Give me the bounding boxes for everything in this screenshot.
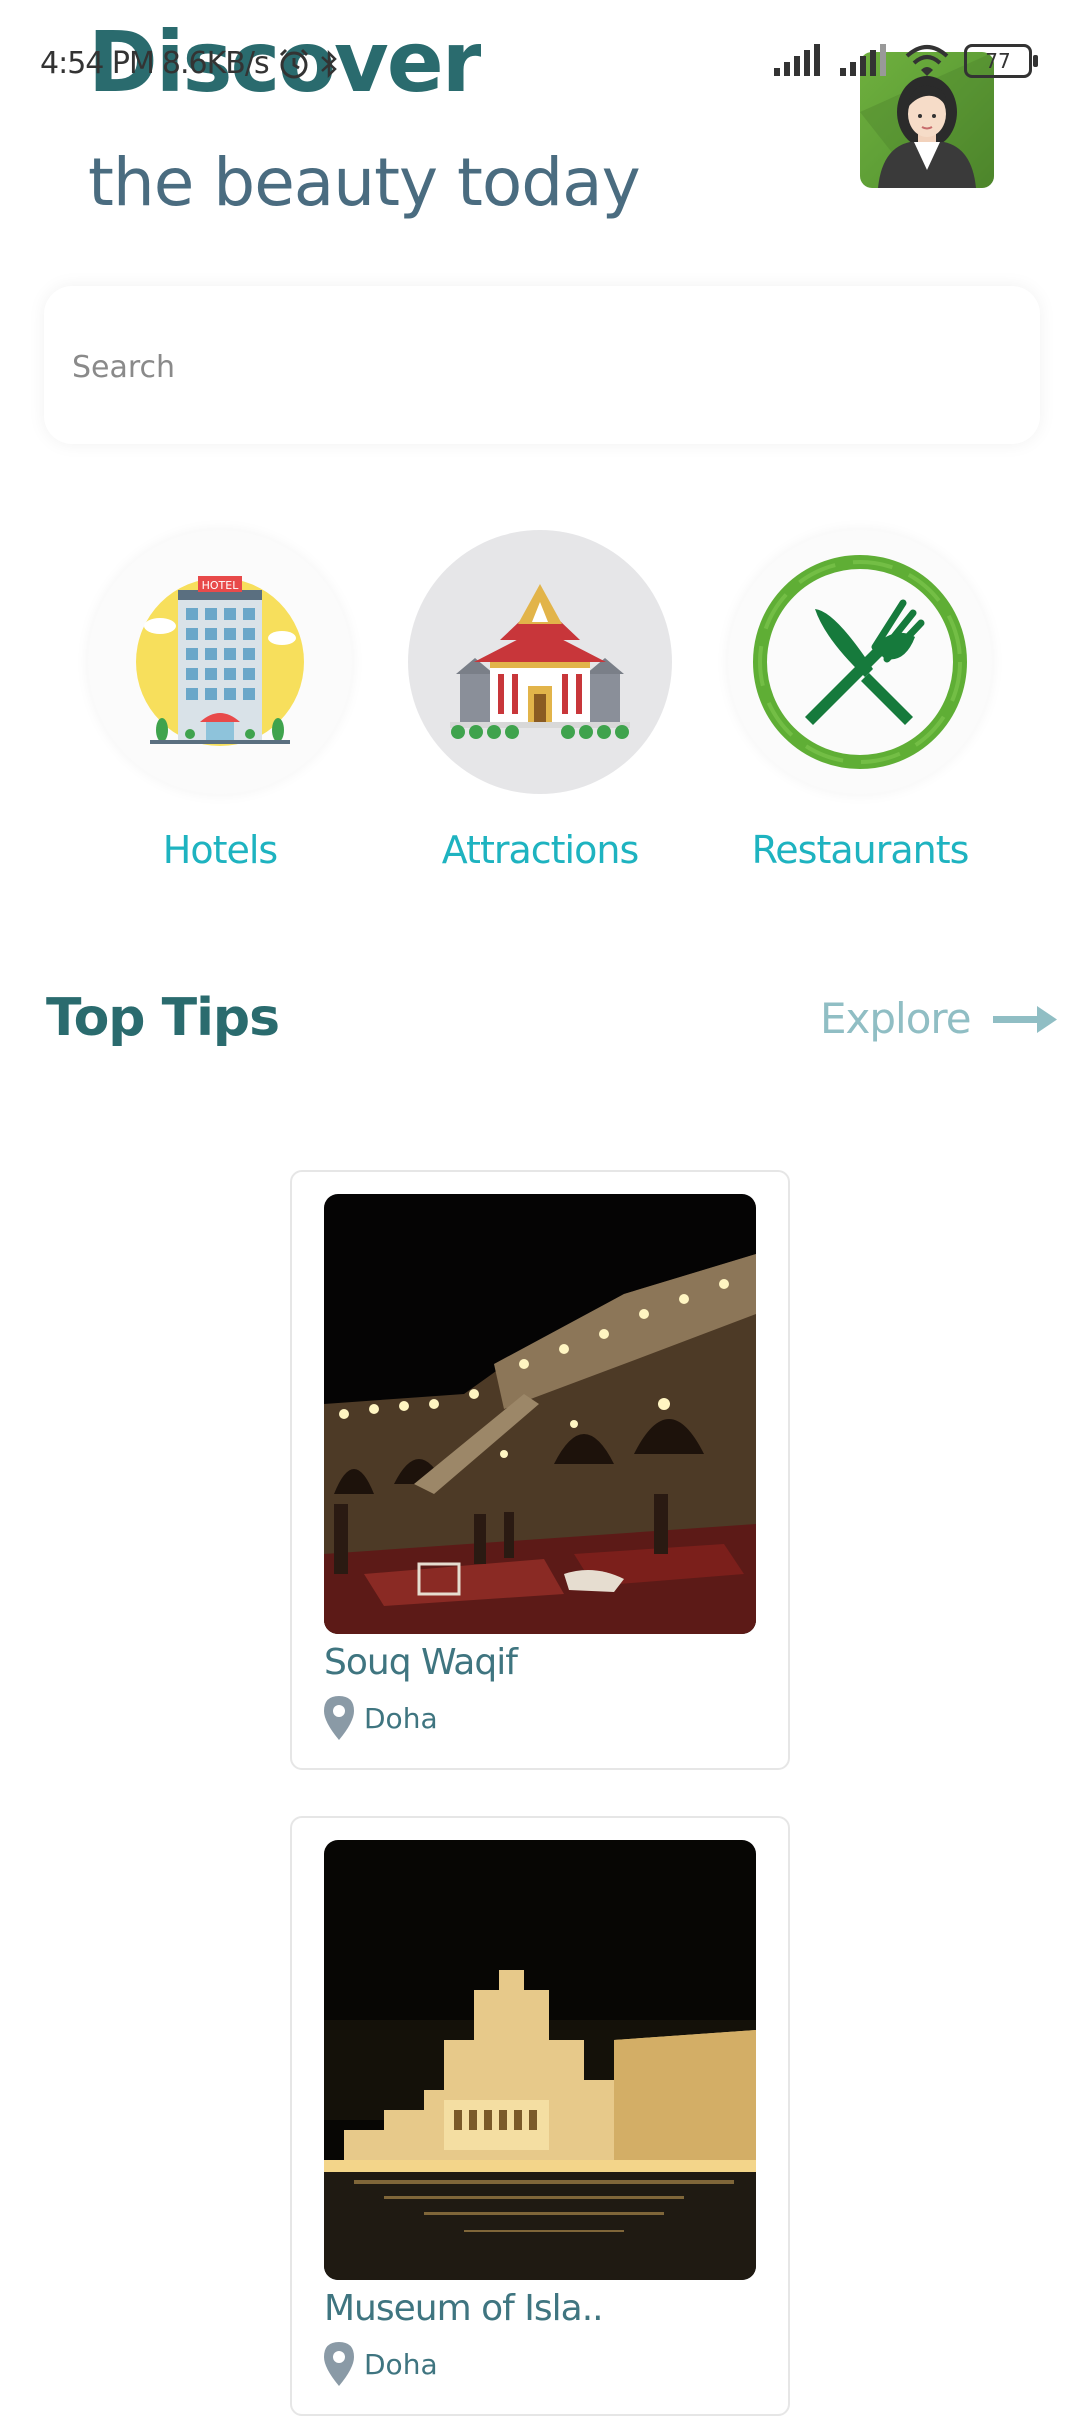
tip-card-location: Doha [324, 1696, 438, 1740]
signal-icon-2 [840, 44, 886, 76]
explore-link[interactable]: Explore [820, 994, 1059, 1043]
category-attractions[interactable]: Attractions [390, 530, 690, 880]
category-restaurants-circle[interactable] [728, 530, 992, 794]
hotel-icon: HOTEL [136, 576, 304, 746]
tip-card-title: Souq Waqif [324, 1642, 518, 1683]
category-hotels-circle[interactable]: HOTEL [88, 530, 352, 794]
category-restaurants-label: Restaurants [751, 828, 970, 872]
tip-card-title: Museum of Isla.. [324, 2288, 604, 2329]
location-pin-icon [324, 1696, 354, 1740]
svg-text:HOTEL: HOTEL [202, 579, 240, 592]
category-hotels-label: Hotels [162, 828, 278, 872]
status-bar: 4:54 PM 8.6KB/s 77 [0, 0, 1080, 130]
tip-card-photo[interactable] [324, 1840, 756, 2280]
temple-icon [450, 584, 630, 739]
fork-knife-icon [753, 555, 967, 769]
status-right: 77 [772, 44, 1038, 78]
status-net-speed: 8.6KB/s [161, 46, 270, 81]
souq-photo [324, 1194, 756, 1634]
signal-icon [774, 44, 820, 76]
tip-card-location-label: Doha [364, 1701, 438, 1735]
category-restaurants[interactable]: Restaurants [710, 530, 1010, 880]
wifi-icon [905, 45, 949, 76]
page-subtitle: the beauty today [88, 144, 641, 221]
tip-card[interactable]: Souq Waqif Doha [290, 1170, 790, 1770]
search-box[interactable] [44, 286, 1040, 444]
status-time: 4:54 PM [40, 46, 155, 81]
category-hotels[interactable]: HOTEL Hotels [70, 530, 370, 880]
bluetooth-icon [320, 49, 337, 78]
tip-card-location-label: Doha [364, 2347, 438, 2381]
alarm-icon [279, 48, 308, 78]
location-pin-icon [324, 2342, 354, 2386]
museum-photo [324, 1840, 756, 2280]
battery-icon: 77 [964, 44, 1038, 78]
status-left: 4:54 PM 8.6KB/s [40, 46, 339, 81]
top-tips-title: Top Tips [46, 988, 280, 1048]
tip-card-location: Doha [324, 2342, 438, 2386]
category-attractions-circle[interactable] [408, 530, 672, 794]
category-attractions-label: Attractions [441, 828, 640, 872]
explore-label: Explore [820, 994, 972, 1043]
tip-card-photo[interactable] [324, 1194, 756, 1634]
search-input[interactable] [70, 336, 974, 398]
tip-card[interactable]: Museum of Isla.. Doha [290, 1816, 790, 2416]
arrow-right-icon [992, 1005, 1057, 1033]
